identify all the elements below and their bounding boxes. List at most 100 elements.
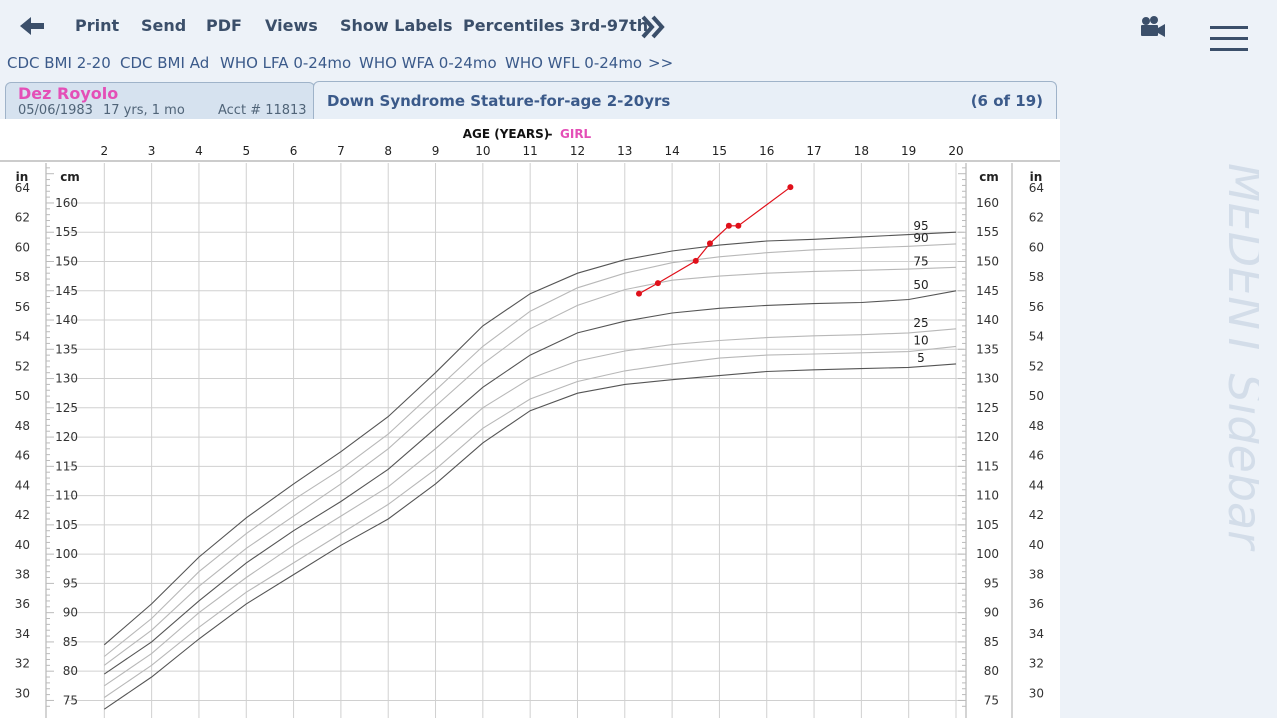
views-button[interactable]: Views: [265, 16, 318, 35]
y-tick-label-in-left: 42: [15, 508, 30, 522]
y-tick-label-in-right: 46: [1029, 449, 1044, 463]
x-tick-label: 15: [712, 144, 727, 158]
y-tick-label-cm-right: 100: [976, 547, 999, 561]
y-tick-label-cm-left: 95: [63, 576, 78, 590]
chart-tab-who-lfa[interactable]: WHO LFA 0-24mo: [220, 54, 351, 72]
main-menu-button[interactable]: [1209, 26, 1249, 52]
patient-account: Acct # 11813: [218, 103, 307, 118]
y-tick-label-in-left: 34: [15, 627, 30, 641]
y-tick-label-cm-right: 140: [976, 313, 999, 327]
chart-type-tabs: CDC BMI 2-20 CDC BMI Ad WHO LFA 0-24mo W…: [0, 52, 700, 76]
y-tick-label-cm-left: 75: [63, 693, 78, 707]
y-tick-label-in-left: 32: [15, 657, 30, 671]
y-unit-header: cm: [60, 170, 80, 184]
y-tick-label-in-right: 50: [1029, 389, 1044, 403]
y-tick-label-in-left: 56: [15, 300, 30, 314]
y-tick-label-cm-left: 105: [55, 518, 78, 532]
x-tick-label: 10: [475, 144, 490, 158]
y-tick-label-in-right: 56: [1029, 300, 1044, 314]
video-camera-icon: [1141, 16, 1165, 37]
sidebar-watermark: MEDENT Sidebar: [1218, 163, 1259, 552]
y-tick-label-cm-right: 120: [976, 430, 999, 444]
y-tick-label-cm-right: 110: [976, 489, 999, 503]
chart-count: (6 of 19): [970, 92, 1043, 110]
send-button[interactable]: Send: [141, 16, 186, 35]
patient-dob: 05/06/1983: [18, 103, 93, 118]
y-tick-label-cm-right: 85: [984, 635, 999, 649]
y-tick-label-in-left: 58: [15, 270, 30, 284]
chart-tab-cdc-bmi-2-20[interactable]: CDC BMI 2-20: [7, 54, 111, 72]
x-axis-title-separator: -: [548, 127, 553, 141]
percentile-label-75: 75: [913, 254, 928, 268]
x-tick-label: 4: [195, 144, 203, 158]
chart-title: Down Syndrome Stature-for-age 2-20yrs: [327, 92, 671, 110]
x-tick-label: 5: [242, 144, 250, 158]
y-tick-label-in-right: 58: [1029, 270, 1044, 284]
y-tick-label-cm-left: 155: [55, 225, 78, 239]
patient-tab[interactable]: Dez Royolo 05/06/1983 17 yrs, 1 mo Acct …: [5, 82, 315, 120]
percentile-label-5: 5: [917, 351, 925, 365]
sidebar: MEDENT Sidebar: [1060, 0, 1277, 718]
x-tick-label: 14: [664, 144, 679, 158]
patient-data-point: [725, 222, 732, 229]
y-tick-label-cm-left: 100: [55, 547, 78, 561]
x-tick-label: 8: [384, 144, 392, 158]
y-tick-label-in-left: 44: [15, 478, 30, 492]
x-tick-label: 3: [148, 144, 156, 158]
patient-data-point: [654, 280, 661, 287]
x-tick-label: 16: [759, 144, 774, 158]
y-tick-label-cm-right: 150: [976, 254, 999, 268]
y-tick-label-cm-right: 125: [976, 401, 999, 415]
x-tick-label: 18: [854, 144, 869, 158]
y-unit-header: cm: [979, 170, 999, 184]
back-button[interactable]: [18, 12, 46, 40]
pdf-button[interactable]: PDF: [206, 16, 242, 35]
chart-tab-who-wfa[interactable]: WHO WFA 0-24mo: [359, 54, 497, 72]
print-button[interactable]: Print: [75, 16, 119, 35]
y-tick-label-cm-left: 80: [63, 664, 78, 678]
y-tick-label-in-right: 64: [1029, 181, 1044, 195]
y-tick-label-in-left: 40: [15, 538, 30, 552]
y-tick-label-in-right: 44: [1029, 478, 1044, 492]
x-tick-label: 19: [901, 144, 916, 158]
y-tick-label-in-left: 62: [15, 211, 30, 225]
y-tick-label-cm-right: 105: [976, 518, 999, 532]
video-call-button[interactable]: [1140, 14, 1166, 40]
y-tick-label-in-left: 38: [15, 567, 30, 581]
y-tick-label-cm-left: 115: [55, 459, 78, 473]
y-tick-label-in-left: 60: [15, 240, 30, 254]
chart-tab-cdc-bmi-ad[interactable]: CDC BMI Ad: [120, 54, 209, 72]
percentiles-button[interactable]: Percentiles 3rd-97th: [463, 16, 648, 35]
y-tick-label-cm-left: 125: [55, 401, 78, 415]
y-tick-label-cm-left: 145: [55, 284, 78, 298]
sidebar-watermark-text: MEDENT Sidebar: [1218, 163, 1259, 552]
show-labels-button[interactable]: Show Labels: [340, 16, 453, 35]
x-axis-title: AGE (YEARS): [463, 127, 550, 141]
x-tick-label: 17: [806, 144, 821, 158]
y-tick-label-in-left: 52: [15, 359, 30, 373]
chart-tab-who-wfl[interactable]: WHO WFL 0-24mo: [505, 54, 642, 72]
chart-tabs-more-button[interactable]: >>: [648, 54, 673, 72]
more-button[interactable]: [640, 14, 666, 40]
double-chevron-right-icon: [641, 15, 665, 39]
y-tick-label-in-left: 46: [15, 449, 30, 463]
y-tick-label-in-left: 48: [15, 419, 30, 433]
y-tick-label-cm-right: 130: [976, 372, 999, 386]
y-tick-label-cm-right: 135: [976, 342, 999, 356]
percentile-label-10: 10: [913, 333, 928, 347]
y-tick-label-cm-left: 130: [55, 372, 78, 386]
y-tick-label-in-right: 52: [1029, 359, 1044, 373]
hamburger-menu-icon: [1210, 26, 1248, 51]
arrow-left-icon: [20, 17, 44, 35]
y-tick-label-in-right: 38: [1029, 567, 1044, 581]
growth-chart: AGE (YEARS) - GIRL 2 3 4 5 6 7 8 9 10 11 12 13 14 15 16 17…: [0, 119, 1060, 718]
y-tick-label-in-left: 50: [15, 389, 30, 403]
y-tick-label-in-right: 30: [1029, 686, 1044, 700]
y-tick-label-cm-right: 95: [984, 576, 999, 590]
y-tick-label-in-right: 32: [1029, 657, 1044, 671]
sex-label: GIRL: [560, 127, 592, 141]
patient-data-point: [706, 240, 713, 247]
y-tick-label-cm-right: 115: [976, 459, 999, 473]
patient-data-point: [787, 184, 794, 191]
y-tick-label-in-left: 64: [15, 181, 30, 195]
